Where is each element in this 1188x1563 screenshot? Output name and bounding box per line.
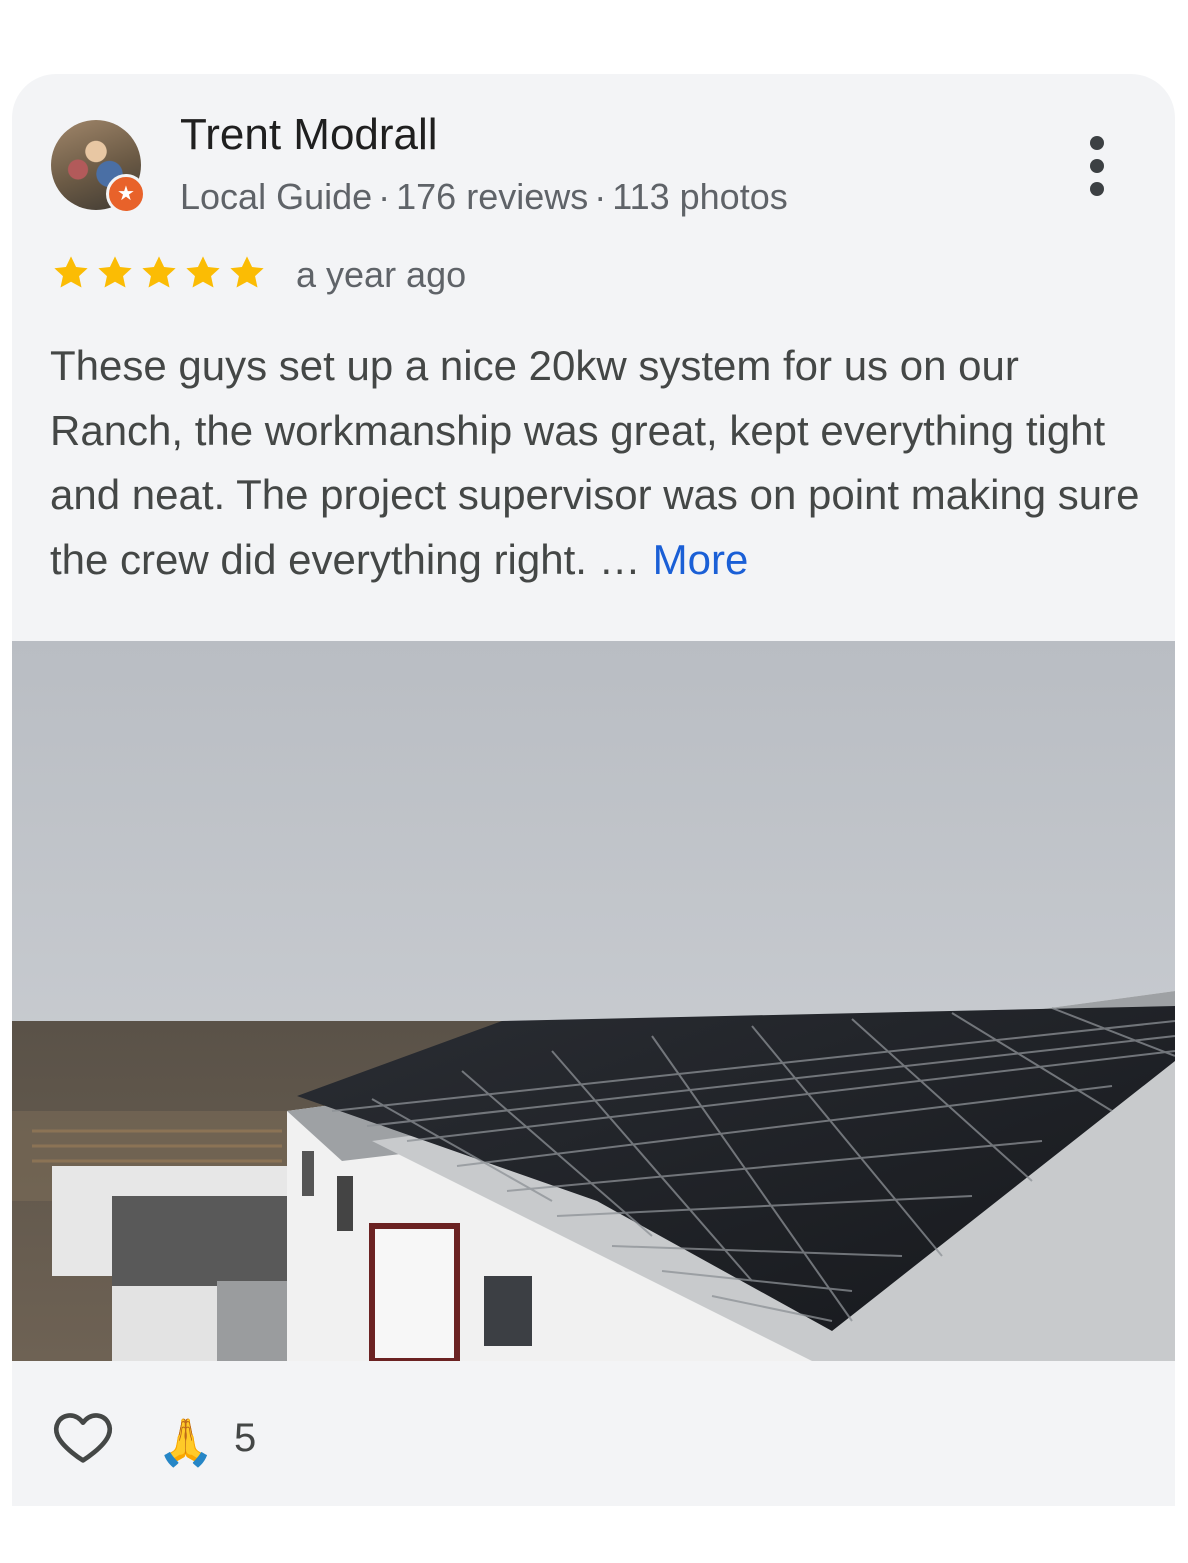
review-photo[interactable] (12, 641, 1175, 1361)
star-icon (142, 256, 176, 288)
solar-roof-photo (12, 641, 1175, 1361)
author-meta: Local Guide · 176 reviews · 113 photos (180, 176, 788, 218)
star-icon (98, 256, 132, 288)
author-photo-count: 113 photos (612, 176, 788, 217)
star-rating (50, 252, 268, 294)
meta-separator: · (594, 176, 607, 217)
more-link[interactable]: More (653, 536, 749, 583)
review-text-block: These guys set up a nice 20kw system for… (50, 334, 1140, 592)
like-button[interactable] (50, 1404, 116, 1470)
star-icon (230, 256, 264, 288)
meta-separator: · (378, 176, 391, 217)
review-card: ★ Trent Modrall Local Guide · 176 reviews ·… (12, 74, 1175, 1506)
review-text: These guys set up a nice 20kw system for… (50, 342, 1140, 583)
review-time: a year ago (296, 254, 467, 295)
reaction-emoji[interactable]: 🙏 (157, 1412, 214, 1472)
author-badge-label: Local Guide (180, 176, 373, 217)
heart-outline-icon (53, 1413, 113, 1463)
star-icon (186, 256, 220, 288)
reaction-count: 5 (234, 1416, 257, 1460)
more-options-icon[interactable] (1080, 136, 1114, 196)
author-review-count: 176 reviews (396, 176, 589, 217)
star-icon (54, 256, 88, 288)
local-guide-badge-icon: ★ (106, 174, 146, 214)
author-name[interactable]: Trent Modrall (180, 110, 438, 160)
